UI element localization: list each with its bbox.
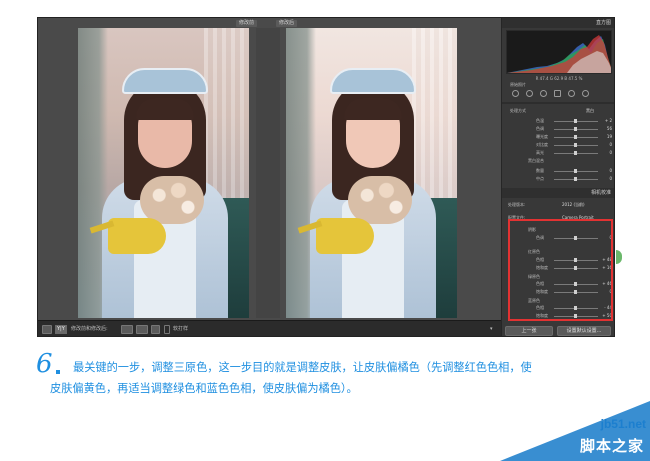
slider-value[interactable]: 56 <box>598 126 612 132</box>
slider-thumb[interactable] <box>574 177 577 181</box>
before-label: 修改前 <box>236 20 258 27</box>
slider-label: 中点 <box>536 176 544 181</box>
loupe-view-button[interactable] <box>42 325 52 334</box>
slider-label: 曝光度 <box>536 134 548 139</box>
after-label: 修改后 <box>276 20 298 27</box>
slider-label: 数量 <box>536 168 544 173</box>
radial-filter-icon[interactable] <box>568 90 575 97</box>
slider-thumb[interactable] <box>574 119 577 123</box>
histogram-header[interactable]: 直方图 <box>502 18 614 28</box>
slider-value[interactable]: + 2 <box>598 118 612 124</box>
slider-label: 色温 <box>536 118 544 123</box>
bottom-toolbar: Y|Y 修改前和修改后: 软打样 ▾ <box>38 320 501 336</box>
watermark-url: jb51.net <box>600 417 646 431</box>
slider-track[interactable] <box>554 119 598 123</box>
sub-section-title: 黑白混合 <box>528 158 544 163</box>
treatment-value[interactable]: 黑白 <box>586 108 594 114</box>
original-photo-label: 原始照片 <box>510 82 526 87</box>
slider-label: 色调 <box>536 126 544 131</box>
slider-thumb[interactable] <box>574 143 577 147</box>
color-readout: R 47.4 G 62.9 B 47.5 % <box>535 76 583 81</box>
slider-value[interactable]: 0 <box>598 142 612 148</box>
slider-value[interactable]: 0 <box>598 168 612 174</box>
slider-track[interactable] <box>554 177 598 181</box>
divider <box>256 28 280 318</box>
step-number: 6 <box>36 349 53 379</box>
brush-icon[interactable] <box>582 90 589 97</box>
swap-button[interactable] <box>151 325 160 334</box>
tutorial-page: 修改前 修改后 Y|Y 修改前和修改后: 软打样 ▾ 直方图 R 47.4 G … <box>0 0 650 461</box>
red-eye-icon[interactable] <box>540 90 547 97</box>
copy-before-button[interactable] <box>121 325 133 334</box>
compare-mode-label: 修改前和修改后: <box>71 326 108 332</box>
slider-track[interactable] <box>554 151 598 155</box>
caption-line-1: 最关键的一步，调整三原色，这一步目的就是调整皮肤，让皮肤偏橘色（先调整红色色相，… <box>73 361 532 374</box>
chevron-down-icon[interactable]: ▾ <box>490 325 493 334</box>
caption-line-2: 皮肤偏黄色，再适当调整绿色和蓝色色相，使皮肤偏为橘色）。 <box>50 382 358 395</box>
slider-thumb[interactable] <box>574 127 577 131</box>
slider-thumb[interactable] <box>574 135 577 139</box>
reset-defaults-button[interactable]: 设置默认设置... <box>557 326 611 336</box>
side-handle <box>616 250 622 264</box>
slider-thumb[interactable] <box>574 169 577 173</box>
watermark-name: 脚本之家 <box>579 437 644 455</box>
slider-track[interactable] <box>554 143 598 147</box>
watermark: jb51.net 脚本之家 <box>500 401 650 461</box>
slider-thumb[interactable] <box>574 151 577 155</box>
softproof-checkbox[interactable] <box>164 325 170 334</box>
treatment-label: 处理方式 <box>510 108 526 113</box>
process-value[interactable]: 2012 (当前) <box>562 202 585 208</box>
slider-track[interactable] <box>554 135 598 139</box>
tool-strip <box>512 90 608 98</box>
before-after-compare-view: 修改前 修改后 <box>38 18 501 320</box>
step-dot <box>56 370 60 374</box>
slider-value[interactable]: 0 <box>598 176 612 182</box>
histogram <box>506 30 612 74</box>
copy-after-button[interactable] <box>136 325 148 334</box>
slider-value[interactable]: 0 <box>598 150 612 156</box>
yy-view-button[interactable]: Y|Y <box>55 325 67 334</box>
softproof-label: 软打样 <box>173 326 189 332</box>
slider-track[interactable] <box>554 169 598 173</box>
crop-icon[interactable] <box>512 90 519 97</box>
slider-label: 对比度 <box>536 142 548 147</box>
slider-value[interactable]: 19 <box>598 134 612 140</box>
highlight-box <box>508 219 613 321</box>
before-photo <box>78 28 249 318</box>
spot-removal-icon[interactable] <box>526 90 533 97</box>
previous-button[interactable]: 上一张 <box>505 326 553 336</box>
graduated-filter-icon[interactable] <box>554 90 561 97</box>
process-label: 处理版本: <box>508 202 526 207</box>
slider-label: 高光 <box>536 150 544 155</box>
slider-track[interactable] <box>554 127 598 131</box>
camera-calibration-header[interactable]: 相机校准 <box>502 188 614 198</box>
after-photo <box>286 28 457 318</box>
